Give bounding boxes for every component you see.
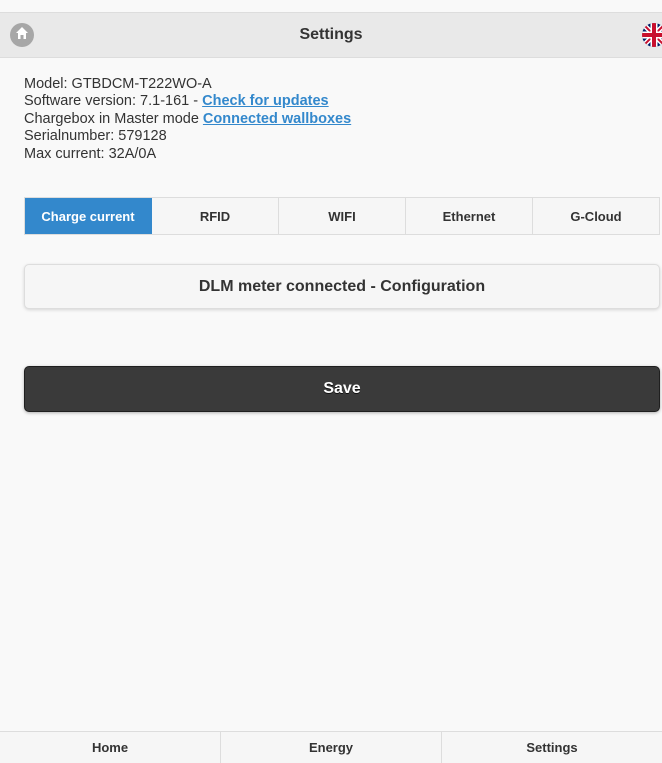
tab-wifi[interactable]: WIFI — [279, 198, 406, 234]
tab-ethernet[interactable]: Ethernet — [406, 198, 533, 234]
master-mode-text: Chargebox in Master mode — [24, 110, 203, 127]
check-updates-link[interactable]: Check for updates — [202, 93, 329, 109]
tab-g-cloud[interactable]: G-Cloud — [533, 198, 659, 234]
settings-tabs: Charge current RFID WIFI Ethernet G-Clou… — [24, 197, 660, 235]
header-bar: Settings — [0, 12, 662, 58]
device-info: Model: GTBDCM-T222WO-A Software version:… — [24, 76, 351, 163]
master-mode-line: Chargebox in Master mode Connected wallb… — [24, 111, 351, 128]
footer-energy[interactable]: Energy — [221, 732, 442, 763]
footer-home[interactable]: Home — [0, 732, 221, 763]
max-current-text: Max current: 32A/0A — [24, 145, 157, 162]
language-button[interactable] — [642, 23, 662, 47]
tab-rfid[interactable]: RFID — [152, 198, 279, 234]
software-version-text: Software version: 7.1-161 - — [24, 93, 203, 110]
software-version-line: Software version: 7.1-161 - Check for up… — [24, 93, 351, 110]
save-button[interactable]: Save — [24, 366, 660, 412]
tab-charge-current[interactable]: Charge current — [25, 198, 152, 234]
connected-wallboxes-link[interactable]: Connected wallboxes — [203, 111, 351, 127]
dlm-configuration-button[interactable]: DLM meter connected - Configuration — [24, 264, 660, 309]
footer-nav: Home Energy Settings — [0, 731, 662, 763]
page-title: Settings — [299, 26, 363, 43]
footer-settings[interactable]: Settings — [442, 732, 662, 763]
serial-number-text: Serialnumber: 579128 — [24, 128, 167, 145]
model-text: Model: GTBDCM-T222WO-A — [24, 76, 212, 92]
